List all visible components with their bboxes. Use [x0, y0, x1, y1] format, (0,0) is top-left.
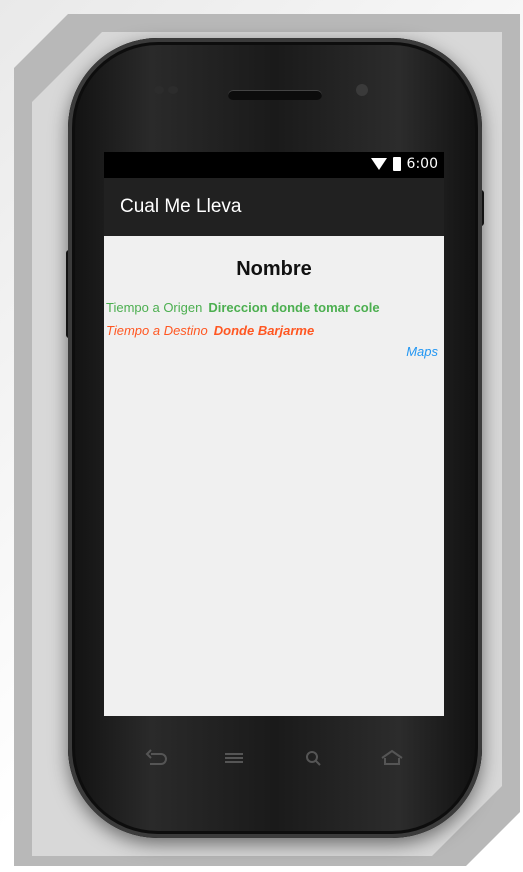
proximity-sensor [154, 86, 164, 94]
status-bar: 6:00 [104, 152, 444, 178]
action-bar: Cual Me Lleva [104, 178, 444, 236]
navigation-keys [104, 736, 444, 780]
origin-label: Tiempo a Origen [106, 300, 203, 315]
origin-value: Direccion donde tomar cole [208, 300, 380, 315]
destination-value: Donde Barjarme [213, 323, 315, 338]
phone-screen: 6:00 Cual Me Lleva Nombre Tiempo a Orige… [104, 152, 444, 716]
back-icon[interactable] [142, 746, 170, 770]
route-name: Nombre [236, 258, 312, 280]
front-camera [356, 84, 368, 96]
main-content: Nombre Tiempo a Origen Direccion donde to… [104, 236, 444, 716]
search-icon[interactable] [300, 746, 328, 770]
wifi-icon [370, 158, 387, 170]
origin-row: Tiempo a Origen Direccion donde tomar col… [106, 300, 380, 315]
app-title: Cual Me Lleva [120, 196, 242, 217]
light-sensor [168, 86, 178, 94]
destination-label: Tiempo a Destino [106, 323, 208, 338]
status-time: 6:00 [406, 156, 438, 172]
status-icons: 6:00 [370, 156, 438, 172]
home-icon[interactable] [378, 746, 406, 770]
destination-row: Tiempo a Destino Donde Barjarme [106, 323, 314, 338]
battery-icon [392, 157, 401, 171]
menu-icon[interactable] [220, 746, 248, 770]
earpiece-speaker [228, 90, 322, 100]
maps-link[interactable]: Maps [406, 344, 438, 359]
